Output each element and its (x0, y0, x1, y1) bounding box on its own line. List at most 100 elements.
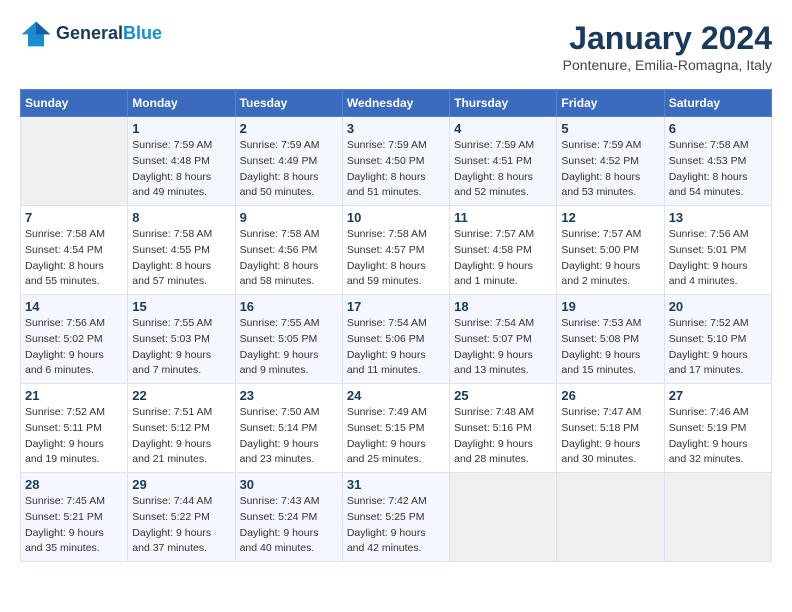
day-info: Sunrise: 7:46 AMSunset: 5:19 PMDaylight:… (669, 405, 767, 468)
day-number: 18 (454, 299, 552, 314)
calendar-cell: 15 Sunrise: 7:55 AMSunset: 5:03 PMDayligh… (128, 295, 235, 384)
month-year-title: January 2024 (563, 20, 772, 57)
calendar-cell: 16 Sunrise: 7:55 AMSunset: 5:05 PMDayligh… (235, 295, 342, 384)
day-number: 29 (132, 477, 230, 492)
calendar-cell: 13 Sunrise: 7:56 AMSunset: 5:01 PMDayligh… (664, 206, 771, 295)
day-info: Sunrise: 7:53 AMSunset: 5:08 PMDaylight:… (561, 316, 659, 379)
calendar-cell: 30 Sunrise: 7:43 AMSunset: 5:24 PMDayligh… (235, 473, 342, 562)
day-info: Sunrise: 7:54 AMSunset: 5:06 PMDaylight:… (347, 316, 445, 379)
calendar-cell: 7 Sunrise: 7:58 AMSunset: 4:54 PMDaylight… (21, 206, 128, 295)
day-number: 23 (240, 388, 338, 403)
day-number: 15 (132, 299, 230, 314)
calendar-cell: 28Sunrise: 7:45 AMSunset: 5:21 PMDayligh… (21, 473, 128, 562)
calendar-cell: 9 Sunrise: 7:58 AMSunset: 4:56 PMDaylight… (235, 206, 342, 295)
day-number: 20 (669, 299, 767, 314)
day-info: Sunrise: 7:58 AMSunset: 4:57 PMDaylight:… (347, 227, 445, 290)
day-number: 10 (347, 210, 445, 225)
day-number: 25 (454, 388, 552, 403)
calendar-cell: 21 Sunrise: 7:52 AMSunset: 5:11 PMDayligh… (21, 384, 128, 473)
day-number: 12 (561, 210, 659, 225)
day-info: Sunrise: 7:55 AMSunset: 5:03 PMDaylight:… (132, 316, 230, 379)
day-info: Sunrise: 7:56 AMSunset: 5:01 PMDaylight:… (669, 227, 767, 290)
day-number: 13 (669, 210, 767, 225)
day-number: 9 (240, 210, 338, 225)
day-number: 7 (25, 210, 123, 225)
day-info: Sunrise: 7:44 AMSunset: 5:22 PMDaylight:… (132, 494, 230, 557)
week-row-4: 21 Sunrise: 7:52 AMSunset: 5:11 PMDayligh… (21, 384, 772, 473)
week-row-1: 1 Sunrise: 7:59 AMSunset: 4:48 PMDaylight… (21, 117, 772, 206)
col-header-sunday: Sunday (21, 90, 128, 117)
calendar-cell: 8 Sunrise: 7:58 AMSunset: 4:55 PMDaylight… (128, 206, 235, 295)
day-info: Sunrise: 7:58 AMSunset: 4:53 PMDaylight:… (669, 138, 767, 201)
calendar-cell: 6Sunrise: 7:58 AMSunset: 4:53 PMDaylight… (664, 117, 771, 206)
day-number: 21 (25, 388, 123, 403)
day-number: 5 (561, 121, 659, 136)
day-info: Sunrise: 7:58 AMSunset: 4:56 PMDaylight:… (240, 227, 338, 290)
page-header: GeneralBlue January 2024 Pontenure, Emil… (20, 20, 772, 73)
col-header-saturday: Saturday (664, 90, 771, 117)
calendar-cell: 29 Sunrise: 7:44 AMSunset: 5:22 PMDayligh… (128, 473, 235, 562)
day-number: 24 (347, 388, 445, 403)
day-info: Sunrise: 7:55 AMSunset: 5:05 PMDaylight:… (240, 316, 338, 379)
day-info: Sunrise: 7:56 AMSunset: 5:02 PMDaylight:… (25, 316, 123, 379)
calendar-cell: 5 Sunrise: 7:59 AMSunset: 4:52 PMDaylight… (557, 117, 664, 206)
week-row-5: 28Sunrise: 7:45 AMSunset: 5:21 PMDayligh… (21, 473, 772, 562)
day-info: Sunrise: 7:59 AMSunset: 4:50 PMDaylight:… (347, 138, 445, 201)
day-info: Sunrise: 7:50 AMSunset: 5:14 PMDaylight:… (240, 405, 338, 468)
day-number: 19 (561, 299, 659, 314)
day-info: Sunrise: 7:52 AMSunset: 5:11 PMDaylight:… (25, 405, 123, 468)
calendar-cell: 4Sunrise: 7:59 AMSunset: 4:51 PMDaylight… (450, 117, 557, 206)
calendar-cell (664, 473, 771, 562)
calendar-cell: 24 Sunrise: 7:49 AMSunset: 5:15 PMDayligh… (342, 384, 449, 473)
calendar-cell: 12Sunrise: 7:57 AMSunset: 5:00 PMDayligh… (557, 206, 664, 295)
day-number: 2 (240, 121, 338, 136)
day-number: 1 (132, 121, 230, 136)
day-info: Sunrise: 7:47 AMSunset: 5:18 PMDaylight:… (561, 405, 659, 468)
week-row-2: 7 Sunrise: 7:58 AMSunset: 4:54 PMDaylight… (21, 206, 772, 295)
calendar-cell: 1 Sunrise: 7:59 AMSunset: 4:48 PMDaylight… (128, 117, 235, 206)
day-info: Sunrise: 7:58 AMSunset: 4:54 PMDaylight:… (25, 227, 123, 290)
calendar-cell: 11Sunrise: 7:57 AMSunset: 4:58 PMDayligh… (450, 206, 557, 295)
day-number: 26 (561, 388, 659, 403)
calendar-cell: 22Sunrise: 7:51 AMSunset: 5:12 PMDayligh… (128, 384, 235, 473)
calendar-cell: 18 Sunrise: 7:54 AMSunset: 5:07 PMDayligh… (450, 295, 557, 384)
col-header-friday: Friday (557, 90, 664, 117)
calendar-cell: 27 Sunrise: 7:46 AMSunset: 5:19 PMDayligh… (664, 384, 771, 473)
day-number: 16 (240, 299, 338, 314)
header-row: SundayMondayTuesdayWednesdayThursdayFrid… (21, 90, 772, 117)
week-row-3: 14Sunrise: 7:56 AMSunset: 5:02 PMDayligh… (21, 295, 772, 384)
day-number: 8 (132, 210, 230, 225)
calendar-cell: 20 Sunrise: 7:52 AMSunset: 5:10 PMDayligh… (664, 295, 771, 384)
location-subtitle: Pontenure, Emilia-Romagna, Italy (563, 57, 772, 73)
calendar-cell: 25 Sunrise: 7:48 AMSunset: 5:16 PMDayligh… (450, 384, 557, 473)
col-header-thursday: Thursday (450, 90, 557, 117)
day-info: Sunrise: 7:48 AMSunset: 5:16 PMDaylight:… (454, 405, 552, 468)
day-info: Sunrise: 7:51 AMSunset: 5:12 PMDaylight:… (132, 405, 230, 468)
day-info: Sunrise: 7:59 AMSunset: 4:48 PMDaylight:… (132, 138, 230, 201)
day-number: 3 (347, 121, 445, 136)
calendar-cell: 10 Sunrise: 7:58 AMSunset: 4:57 PMDayligh… (342, 206, 449, 295)
day-number: 28 (25, 477, 123, 492)
day-number: 17 (347, 299, 445, 314)
calendar-cell: 14Sunrise: 7:56 AMSunset: 5:02 PMDayligh… (21, 295, 128, 384)
logo-icon (20, 20, 52, 48)
day-info: Sunrise: 7:59 AMSunset: 4:52 PMDaylight:… (561, 138, 659, 201)
day-info: Sunrise: 7:52 AMSunset: 5:10 PMDaylight:… (669, 316, 767, 379)
logo: GeneralBlue (20, 20, 162, 48)
title-block: January 2024 Pontenure, Emilia-Romagna, … (563, 20, 772, 73)
logo-text: GeneralBlue (56, 23, 162, 45)
calendar-cell: 2Sunrise: 7:59 AMSunset: 4:49 PMDaylight… (235, 117, 342, 206)
calendar-cell (21, 117, 128, 206)
day-info: Sunrise: 7:54 AMSunset: 5:07 PMDaylight:… (454, 316, 552, 379)
day-info: Sunrise: 7:57 AMSunset: 4:58 PMDaylight:… (454, 227, 552, 290)
day-info: Sunrise: 7:58 AMSunset: 4:55 PMDaylight:… (132, 227, 230, 290)
day-number: 30 (240, 477, 338, 492)
col-header-wednesday: Wednesday (342, 90, 449, 117)
day-number: 27 (669, 388, 767, 403)
day-info: Sunrise: 7:49 AMSunset: 5:15 PMDaylight:… (347, 405, 445, 468)
calendar-cell: 3 Sunrise: 7:59 AMSunset: 4:50 PMDaylight… (342, 117, 449, 206)
day-info: Sunrise: 7:42 AMSunset: 5:25 PMDaylight:… (347, 494, 445, 557)
day-info: Sunrise: 7:43 AMSunset: 5:24 PMDaylight:… (240, 494, 338, 557)
calendar-table: SundayMondayTuesdayWednesdayThursdayFrid… (20, 89, 772, 562)
calendar-cell: 23 Sunrise: 7:50 AMSunset: 5:14 PMDayligh… (235, 384, 342, 473)
